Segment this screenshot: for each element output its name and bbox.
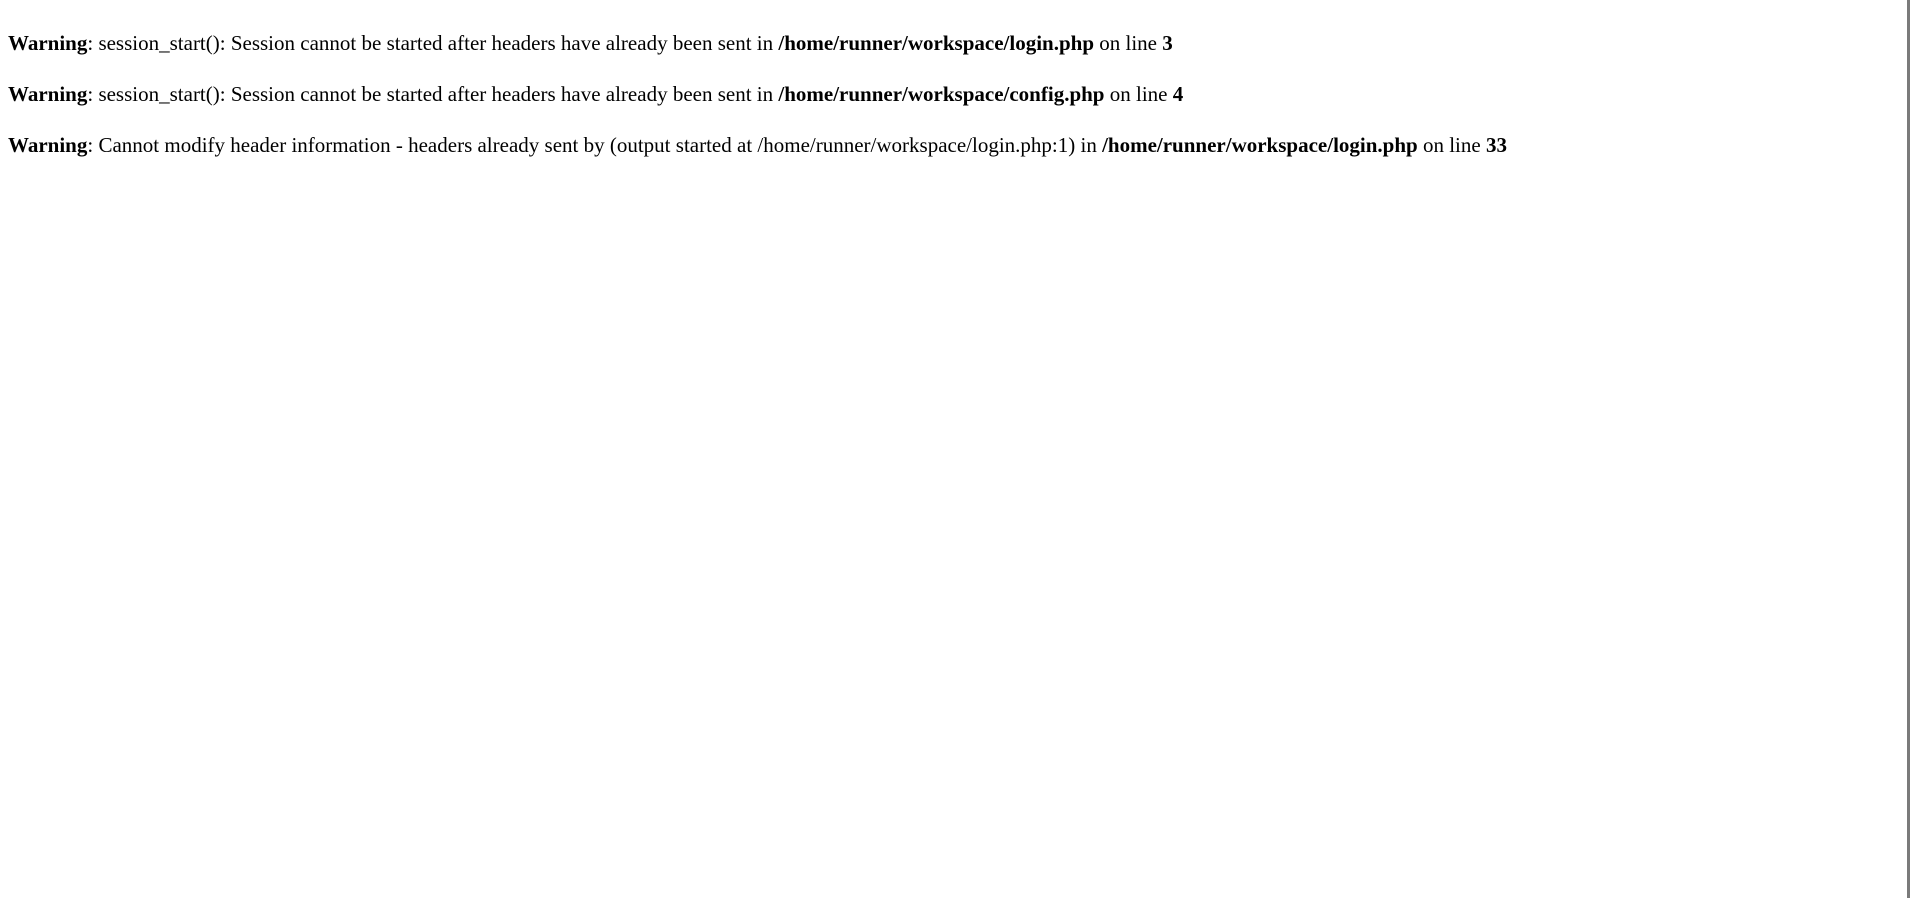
warning-label: Warning xyxy=(8,31,88,55)
warning-text: : Cannot modify header information - hea… xyxy=(87,133,1103,157)
on-line-text: on line xyxy=(1417,133,1486,157)
warning-file-path: /home/runner/workspace/login.php xyxy=(1102,133,1418,157)
warning-label: Warning xyxy=(8,82,88,106)
warning-line-number: 33 xyxy=(1485,133,1507,157)
warning-text: : session_start(): Session cannot be sta… xyxy=(87,82,779,106)
php-error-page: Warning: session_start(): Session cannot… xyxy=(0,0,1905,898)
warning-text: : session_start(): Session cannot be sta… xyxy=(87,31,779,55)
warning-line-number: 3 xyxy=(1162,31,1173,55)
warning-file-path: /home/runner/workspace/login.php xyxy=(778,31,1095,55)
on-line-text: on line xyxy=(1104,82,1173,106)
warning-file-path: /home/runner/workspace/config.php xyxy=(778,82,1105,106)
on-line-text: on line xyxy=(1094,31,1163,55)
warning-message: Warning: Cannot modify header informatio… xyxy=(8,133,1897,158)
warning-message: Warning: session_start(): Session cannot… xyxy=(8,82,1897,107)
warning-message: Warning: session_start(): Session cannot… xyxy=(8,31,1897,56)
warning-line-number: 4 xyxy=(1172,82,1184,106)
warning-label: Warning xyxy=(8,133,88,157)
